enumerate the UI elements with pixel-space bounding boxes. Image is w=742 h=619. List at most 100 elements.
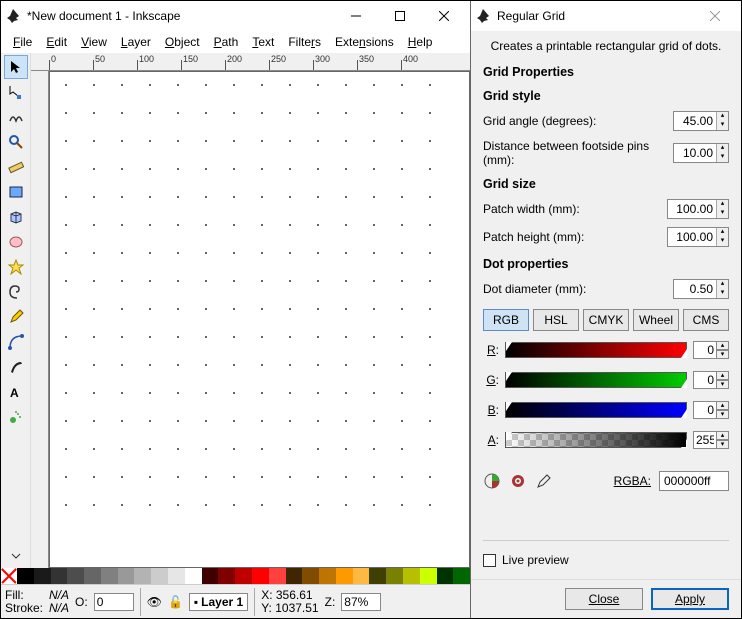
menu-file[interactable]: File (7, 33, 38, 51)
distance-input[interactable]: ▴▾ (673, 143, 729, 163)
palette-swatch[interactable] (420, 568, 437, 584)
menu-layer[interactable]: Layer (115, 33, 157, 51)
palette-swatch[interactable] (34, 568, 51, 584)
palette-swatch[interactable] (235, 568, 252, 584)
palette-swatch[interactable] (269, 568, 286, 584)
alpha-value-input[interactable] (693, 431, 717, 449)
measure-tool-icon[interactable] (4, 155, 28, 179)
palette-swatch[interactable] (84, 568, 101, 584)
tab-wheel[interactable]: Wheel (633, 309, 679, 331)
blue-value-input[interactable] (693, 401, 717, 419)
node-tool-icon[interactable] (4, 80, 28, 104)
palette-swatch[interactable] (118, 568, 135, 584)
palette-swatch[interactable] (252, 568, 269, 584)
green-slider[interactable] (505, 372, 687, 388)
tab-rgb[interactable]: RGB (483, 309, 529, 331)
width-label: Patch width (mm): (483, 202, 661, 216)
tab-cms[interactable]: CMS (683, 309, 729, 331)
rgba-input[interactable] (659, 471, 729, 491)
close-button[interactable] (422, 2, 466, 30)
pencil-tool-icon[interactable] (4, 305, 28, 329)
red-value-input[interactable] (693, 341, 717, 359)
layer-selector[interactable]: ▪Layer 1 (189, 593, 248, 611)
palette-swatch[interactable] (101, 568, 118, 584)
rectangle-tool-icon[interactable] (4, 180, 28, 204)
target-icon[interactable] (509, 472, 527, 490)
menu-object[interactable]: Object (159, 33, 206, 51)
palette-swatch[interactable] (302, 568, 319, 584)
palette-swatch[interactable] (218, 568, 235, 584)
palette-swatch[interactable] (437, 568, 454, 584)
menu-help[interactable]: Help (402, 33, 439, 51)
chevron-down-icon[interactable] (4, 544, 28, 568)
zoom-field[interactable]: 87% (341, 593, 381, 611)
palette-swatch[interactable] (369, 568, 386, 584)
x-coord: 356.61 (276, 588, 313, 602)
palette-swatch[interactable] (353, 568, 370, 584)
minimize-button[interactable] (334, 2, 378, 30)
red-slider[interactable] (505, 342, 687, 358)
palette-swatch[interactable] (185, 568, 202, 584)
fill-label: Fill: (5, 589, 43, 602)
apply-button[interactable]: Apply (651, 588, 729, 610)
lock-icon[interactable]: 🔓 (168, 595, 183, 609)
dialog-description: Creates a printable rectangular grid of … (483, 39, 729, 53)
maximize-button[interactable] (378, 2, 422, 30)
opacity-field[interactable]: 0 (94, 593, 134, 611)
diameter-input[interactable]: ▴▾ (673, 279, 729, 299)
star-tool-icon[interactable] (4, 255, 28, 279)
menu-path[interactable]: Path (208, 33, 245, 51)
ruler-vertical (31, 71, 49, 568)
palette-swatch[interactable] (336, 568, 353, 584)
tab-hsl[interactable]: HSL (533, 309, 579, 331)
menubar: File Edit View Layer Object Path Text Fi… (1, 31, 470, 53)
stroke-value: N/A (49, 602, 69, 615)
palette-swatch[interactable] (17, 568, 34, 584)
tab-cmyk[interactable]: CMYK (583, 309, 629, 331)
palette-swatch[interactable] (151, 568, 168, 584)
palette-swatch[interactable] (386, 568, 403, 584)
statusbar: Fill: Stroke: N/A N/A O: 0 👁 🔓 ▪Layer 1 … (1, 584, 470, 618)
palette-swatch[interactable] (168, 568, 185, 584)
menu-text[interactable]: Text (246, 33, 280, 51)
canvas[interactable] (49, 71, 470, 568)
tweak-tool-icon[interactable] (4, 105, 28, 129)
bezier-tool-icon[interactable] (4, 330, 28, 354)
text-tool-icon[interactable]: A (4, 380, 28, 404)
selector-tool-icon[interactable] (4, 55, 28, 79)
zoom-tool-icon[interactable] (4, 130, 28, 154)
live-preview-checkbox[interactable] (483, 554, 496, 567)
box3d-tool-icon[interactable] (4, 205, 28, 229)
palette-swatch[interactable] (453, 568, 470, 584)
palette-swatch[interactable] (403, 568, 420, 584)
palette-swatch[interactable] (286, 568, 303, 584)
menu-extensions[interactable]: Extensions (329, 33, 400, 51)
no-color-swatch[interactable] (1, 568, 17, 584)
menu-edit[interactable]: Edit (40, 33, 73, 51)
angle-input[interactable]: ▴▾ (673, 111, 729, 131)
eyedropper-icon[interactable] (535, 472, 553, 490)
menu-filters[interactable]: Filters (282, 33, 327, 51)
dialog-close-icon[interactable] (693, 2, 737, 30)
visibility-icon[interactable]: 👁 (147, 595, 162, 609)
rgba-label: RGBA: (614, 474, 651, 488)
width-input[interactable]: ▴▾ (667, 199, 729, 219)
green-value-input[interactable] (693, 371, 717, 389)
spray-tool-icon[interactable] (4, 405, 28, 429)
palette-swatch[interactable] (67, 568, 84, 584)
calligraphy-tool-icon[interactable] (4, 355, 28, 379)
close-button[interactable]: Close (565, 588, 643, 610)
blue-slider[interactable] (505, 402, 687, 418)
menu-view[interactable]: View (75, 33, 113, 51)
stroke-label: Stroke: (5, 602, 43, 615)
palette-swatch[interactable] (319, 568, 336, 584)
palette-swatch[interactable] (134, 568, 151, 584)
ellipse-tool-icon[interactable] (4, 230, 28, 254)
alpha-slider[interactable] (505, 432, 687, 448)
spiral-tool-icon[interactable] (4, 280, 28, 304)
color-wheel-icon[interactable] (483, 472, 501, 490)
palette-swatch[interactable] (202, 568, 219, 584)
height-input[interactable]: ▴▾ (667, 227, 729, 247)
diameter-label: Dot diameter (mm): (483, 282, 667, 296)
palette-swatch[interactable] (51, 568, 68, 584)
